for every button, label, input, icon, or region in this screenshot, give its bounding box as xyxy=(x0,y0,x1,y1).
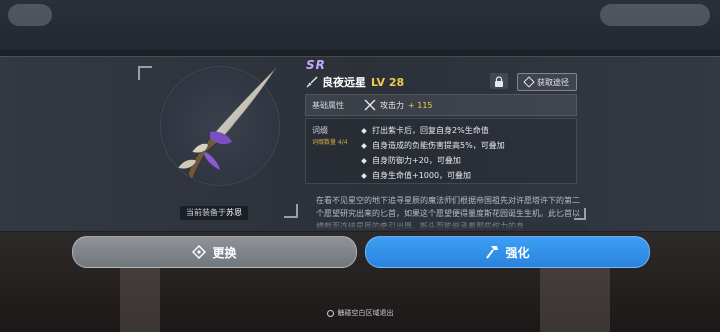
frame-corner xyxy=(574,208,586,220)
list-item: 自身防御力+20，可叠加 xyxy=(361,153,505,168)
swap-label: 更换 xyxy=(212,245,237,260)
affix-label: 词缀 xyxy=(312,126,328,135)
lock-icon xyxy=(495,75,503,87)
acquisition-source-label: 获取途径 xyxy=(537,77,569,87)
base-stats-label: 基础属性 xyxy=(312,100,344,110)
upgrade-label: 强化 xyxy=(505,245,530,260)
stat-value: + 115 xyxy=(408,100,433,110)
stat-name: 攻击力 xyxy=(380,100,404,110)
list-item: 自身造成的负能伤害提高5%，可叠加 xyxy=(361,138,505,153)
acquisition-source-button[interactable]: 获取途径 xyxy=(517,73,577,91)
weapon-title: 良夜远星 LV 28 xyxy=(306,74,404,90)
upgrade-button[interactable]: 强化 xyxy=(365,236,650,268)
bullet-icon xyxy=(361,142,367,149)
swap-icon xyxy=(192,245,207,259)
diamond-icon xyxy=(523,76,535,88)
equipped-prefix: 当前装备于 xyxy=(186,208,226,217)
base-stats-row: 基础属性 攻击力 + 115 xyxy=(305,94,577,116)
background-top-right-panel xyxy=(600,4,710,26)
affix-text: 自身造成的负能伤害提高5%，可叠加 xyxy=(372,141,505,150)
swap-button[interactable]: 更换 xyxy=(72,236,357,268)
list-item: 自身生命值+1000，可叠加 xyxy=(361,168,505,183)
affix-section: 词缀 词缀数量 4/4 打出紫卡后，回复自身2%生命值 自身造成的负能伤害提高5… xyxy=(305,118,577,184)
list-item: 打出紫卡后，回复自身2%生命值 xyxy=(361,123,505,138)
bullet-icon xyxy=(361,157,367,164)
equipped-character-name: 苏恩 xyxy=(226,208,242,217)
tap-icon xyxy=(326,309,334,317)
description-fade xyxy=(300,220,590,230)
dagger-image xyxy=(177,67,277,181)
frame-corner xyxy=(284,204,298,218)
weapon-level: LV 28 xyxy=(371,75,405,89)
background-object xyxy=(120,262,160,332)
exit-hint-text: 触碰空白区域退出 xyxy=(337,309,394,317)
weapon-name: 良夜远星 xyxy=(322,76,366,89)
affix-text: 自身生命值+1000，可叠加 xyxy=(372,171,472,180)
affix-text: 自身防御力+20，可叠加 xyxy=(372,156,461,165)
bullet-icon xyxy=(361,172,367,179)
exit-hint: 触碰空白区域退出 xyxy=(0,308,720,318)
affix-text: 打出紫卡后，回复自身2%生命值 xyxy=(372,126,489,135)
rarity-badge: SR xyxy=(306,58,326,72)
lock-button[interactable] xyxy=(490,73,508,89)
attack-icon xyxy=(364,99,376,111)
background-object xyxy=(540,268,610,332)
affix-list: 打出紫卡后，回复自身2%生命值 自身造成的负能伤害提高5%，可叠加 自身防御力+… xyxy=(361,123,505,183)
sword-icon xyxy=(306,76,318,88)
equipped-status: 当前装备于苏恩 xyxy=(180,206,248,220)
bullet-icon xyxy=(361,127,367,134)
background-back-button xyxy=(8,4,52,26)
weapon-showcase: 当前装备于苏恩 xyxy=(138,66,298,220)
hammer-icon xyxy=(486,246,499,259)
affix-count: 词缀数量 4/4 xyxy=(312,139,348,146)
